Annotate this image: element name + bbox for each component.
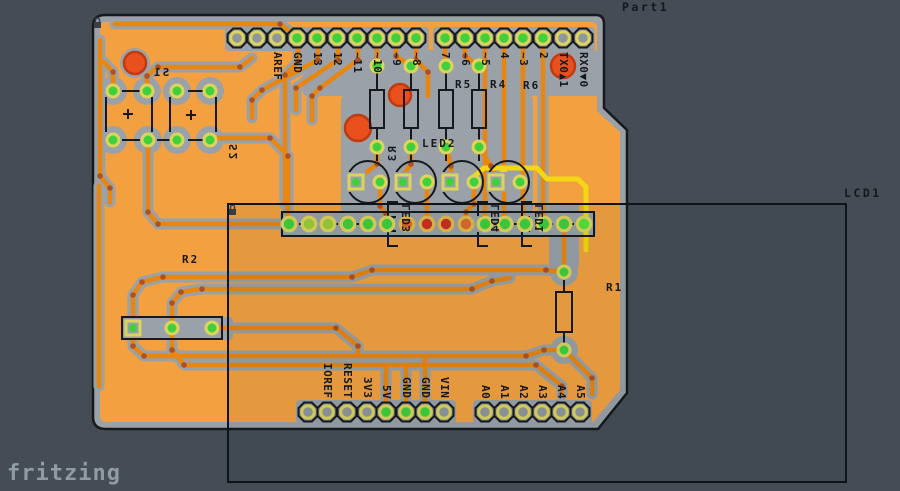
led2-label: LED2 <box>422 139 457 149</box>
pin-label: A2 <box>518 385 528 399</box>
pin-label: VIN <box>439 377 449 398</box>
pin-label: 12 <box>332 52 342 66</box>
pin-label: AREF <box>272 52 282 81</box>
pin-label: A1 <box>499 385 509 399</box>
pin-label: 2 <box>538 52 548 59</box>
pin-label: ~3 <box>518 52 528 66</box>
pin-label: RX0▼0 <box>578 52 588 88</box>
pin-label: 4 <box>499 52 509 59</box>
pin-label: A5 <box>575 385 585 399</box>
pin-label: A0 <box>480 385 490 399</box>
pin-label: 7 <box>440 52 450 59</box>
pin-label: RESET <box>342 363 352 399</box>
r2-label: R2 <box>182 255 199 265</box>
part1-label: Part1 <box>622 2 669 12</box>
pin-label: 5V <box>381 385 391 399</box>
s2-label: S2 <box>229 144 239 161</box>
pin-label: A3 <box>537 385 547 399</box>
pin-label: ~5 <box>480 52 490 66</box>
pin-label: TX0▲1 <box>558 52 568 88</box>
r3-label: R3 <box>388 146 398 163</box>
pin-label: GND <box>420 377 430 398</box>
pin-label: ~6 <box>460 52 470 66</box>
pcb-view-canvas[interactable]: AREF GND 13 12 ~11 ~10 ~9 ~8 7 ~6 ~5 4 ~3 2 TX0▲1 RX0▼0… <box>0 0 900 491</box>
led1-label: LED1 <box>535 204 545 233</box>
pin-label: 3V3 <box>362 377 372 398</box>
silkscreen-labels: AREF GND 13 12 ~11 ~10 ~9 ~8 7 ~6 ~5 4 ~3 2 TX0▲1 RX0▼0… <box>0 0 900 491</box>
pin-label: IOREF <box>322 363 332 399</box>
pin-label: ~11 <box>352 52 362 73</box>
pin-label: ~8 <box>411 52 421 66</box>
pin-label: ~10 <box>372 52 382 73</box>
led4-label: LED4 <box>491 204 501 233</box>
pin-label: GND <box>401 377 411 398</box>
r6-label: R6 <box>523 81 540 91</box>
pin-label: A4 <box>556 385 566 399</box>
pin-label: 13 <box>312 52 322 66</box>
pin-label: ~9 <box>391 52 401 66</box>
fritzing-watermark: fritzing <box>7 461 121 486</box>
s1-label: S1 <box>152 68 169 78</box>
r1-label: R1 <box>606 283 623 293</box>
lcd1-label: LCD1 <box>844 188 882 198</box>
pin-label: GND <box>292 52 302 73</box>
r5-label: R5 <box>455 80 472 90</box>
r4-label: R4 <box>490 80 507 90</box>
led3-label: LED3 <box>402 204 412 233</box>
